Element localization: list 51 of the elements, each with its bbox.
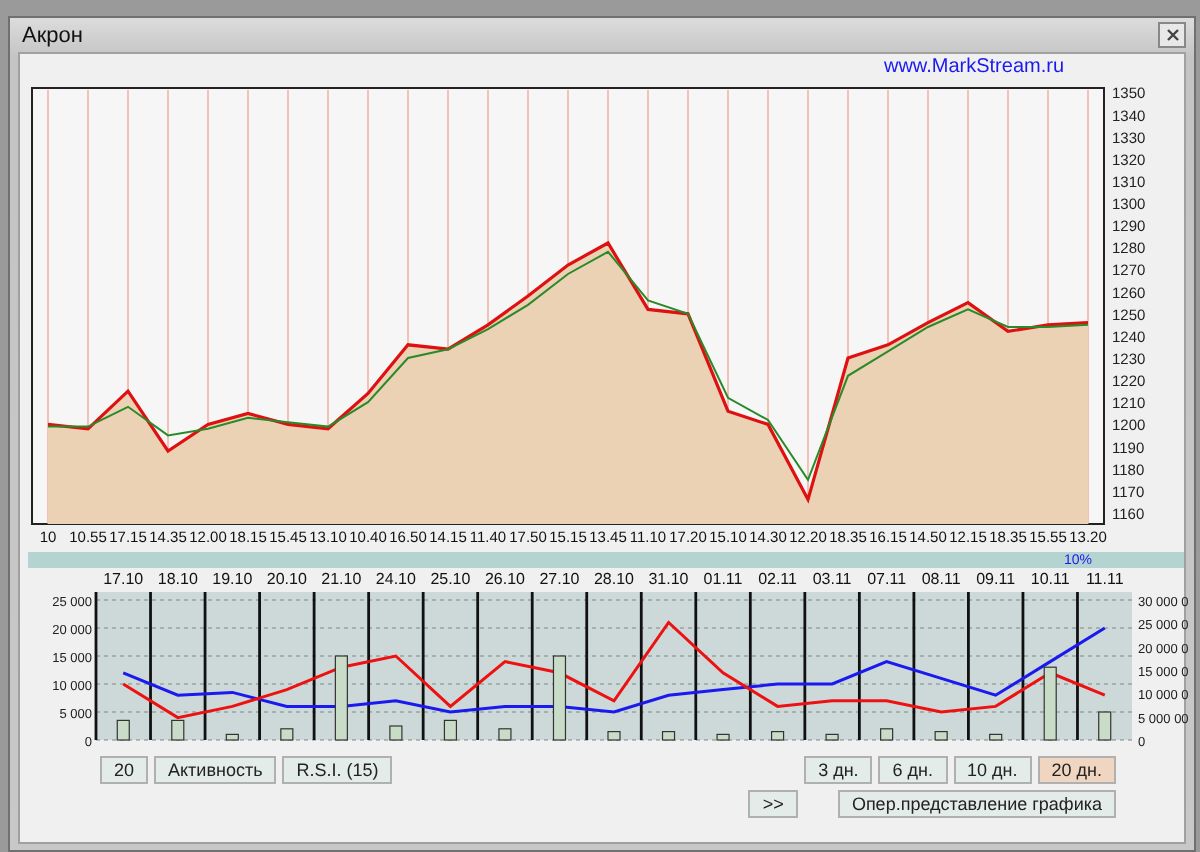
bar: [552, 655, 567, 741]
bar: [116, 719, 130, 741]
date-label: 03.11: [812, 570, 852, 588]
date-label: 31.10: [648, 570, 689, 588]
bar: [443, 719, 458, 741]
bar: [825, 733, 839, 741]
bar: [1098, 711, 1112, 741]
bar: [607, 731, 621, 741]
website-link[interactable]: www.MarkStream.ru: [883, 56, 1064, 80]
window-title: Акрон: [22, 23, 83, 47]
date-label: 21.10: [321, 570, 362, 588]
bar: [716, 733, 730, 741]
date-label: 26.10: [484, 570, 525, 588]
close-icon: [1165, 28, 1179, 42]
date-label: 07.11: [867, 570, 907, 588]
close-button[interactable]: [1158, 22, 1186, 48]
bar: [1043, 666, 1057, 741]
bar: [770, 731, 785, 741]
period-tab[interactable]: 3 дн.: [804, 756, 873, 784]
date-label: 08.11: [921, 570, 961, 588]
period-tab[interactable]: 20 дн.: [1037, 756, 1116, 784]
bar: [661, 731, 676, 741]
bar: [334, 655, 348, 741]
date-label: 20.10: [266, 570, 307, 588]
bar: [880, 728, 894, 741]
bar: [171, 719, 185, 741]
bar: [934, 731, 948, 741]
date-label: 02.11: [758, 570, 797, 588]
date-label: 18.10: [157, 570, 198, 588]
date-label: 01.11: [703, 570, 743, 588]
date-label: 17.10: [103, 570, 144, 588]
date-label: 10.11: [1030, 570, 1070, 588]
bar: [989, 733, 1003, 741]
date-label: 19.10: [212, 570, 253, 588]
date-label: 11.11: [1085, 570, 1124, 588]
bar: [389, 725, 403, 741]
indicator-button[interactable]: R.S.I. (15): [282, 756, 393, 784]
date-label: 25.10: [430, 570, 471, 588]
bar: [280, 728, 294, 741]
period-tab[interactable]: 6 дн.: [878, 756, 948, 784]
indicator-button[interactable]: 20: [100, 756, 149, 784]
bar: [225, 733, 239, 741]
date-label: 27.10: [539, 570, 580, 588]
date-label: 09.11: [976, 570, 1016, 588]
chart-mode-button[interactable]: Опер.представление графика: [837, 790, 1116, 818]
date-label: 24.10: [375, 570, 416, 588]
period-tab[interactable]: 10 дн.: [953, 756, 1032, 784]
indicator-button[interactable]: Активность: [154, 756, 277, 784]
scroll-button[interactable]: >>: [748, 790, 798, 818]
bar: [498, 728, 512, 741]
date-label: 28.10: [593, 570, 635, 588]
